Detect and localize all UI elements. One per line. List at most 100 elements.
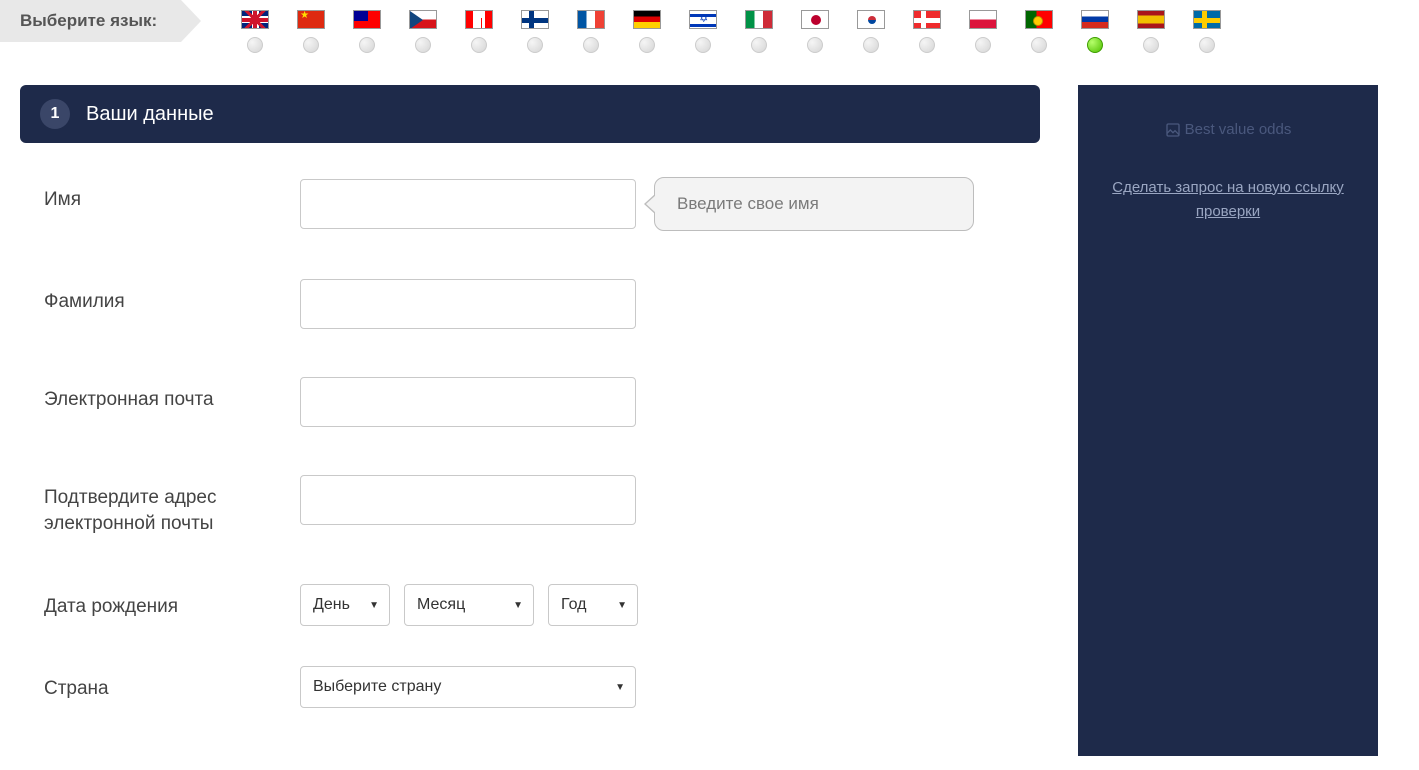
flag-cn-icon[interactable] [297, 10, 325, 29]
radio-dot-icon [1199, 37, 1215, 53]
flag-pl-icon[interactable] [969, 10, 997, 29]
language-bar: Выберите язык: [0, 0, 1419, 53]
field-first-name: Введите свое имя [300, 177, 974, 231]
flag-es-icon[interactable] [1137, 10, 1165, 29]
dob-day-value: День [313, 596, 350, 614]
flag-il-icon[interactable] [689, 10, 717, 29]
language-radio-no[interactable] [913, 37, 941, 53]
flag-fi-icon[interactable] [521, 10, 549, 29]
label-dob: Дата рождения [44, 584, 300, 620]
language-radio-pl[interactable] [969, 37, 997, 53]
flag-ru-icon[interactable] [1081, 10, 1109, 29]
flag-de-icon[interactable] [633, 10, 661, 29]
form-title: Ваши данные [86, 103, 214, 126]
dob-month-select[interactable]: Месяц ▼ [404, 584, 534, 626]
flag-fr-icon[interactable] [577, 10, 605, 29]
language-radio-il[interactable] [689, 37, 717, 53]
radio-dot-icon [1031, 37, 1047, 53]
radio-dot-icon [919, 37, 935, 53]
language-label-wrap: Выберите язык: [0, 0, 181, 42]
sidebar: Best value odds Сделать запрос на новую … [1078, 85, 1378, 756]
chevron-down-icon: ▼ [617, 600, 627, 611]
radio-dot-icon [639, 37, 655, 53]
field-dob: День ▼ Месяц ▼ Год ▼ [300, 584, 638, 626]
label-first-name: Имя [44, 177, 300, 213]
dob-year-value: Год [561, 596, 586, 614]
language-radio-es[interactable] [1137, 37, 1165, 53]
radio-dot-icon [303, 37, 319, 53]
language-radio-ru[interactable] [1081, 37, 1109, 53]
language-radio-tw[interactable] [353, 37, 381, 53]
radio-dot-icon [807, 37, 823, 53]
language-radio-kr[interactable] [857, 37, 885, 53]
language-radio-cz[interactable] [409, 37, 437, 53]
last-name-input[interactable] [300, 279, 636, 329]
field-email-confirm [300, 475, 636, 525]
label-last-name: Фамилия [44, 279, 300, 315]
row-dob: Дата рождения День ▼ Месяц ▼ Год ▼ [44, 584, 1040, 626]
flags-row [241, 10, 1221, 29]
row-email: Электронная почта [44, 377, 1040, 427]
flag-tw-icon[interactable] [353, 10, 381, 29]
language-radio-cn[interactable] [297, 37, 325, 53]
chevron-down-icon: ▼ [369, 600, 379, 611]
flag-ca-icon[interactable] [465, 10, 493, 29]
radio-dot-icon [1143, 37, 1159, 53]
form-body: Имя Введите свое имя Фамилия Электронная… [20, 143, 1040, 708]
language-radio-de[interactable] [633, 37, 661, 53]
radio-dot-icon [359, 37, 375, 53]
field-country: Выберите страну ▼ [300, 666, 636, 708]
chevron-down-icon: ▼ [615, 682, 625, 693]
language-radio-uk[interactable] [241, 37, 269, 53]
radio-dot-icon [583, 37, 599, 53]
country-value: Выберите страну [313, 678, 441, 696]
country-select[interactable]: Выберите страну ▼ [300, 666, 636, 708]
flags-container [241, 0, 1221, 53]
language-radio-fr[interactable] [577, 37, 605, 53]
flag-jp-icon[interactable] [801, 10, 829, 29]
email-confirm-input[interactable] [300, 475, 636, 525]
language-radio-row [241, 37, 1221, 53]
step-badge: 1 [40, 99, 70, 129]
language-radio-fi[interactable] [521, 37, 549, 53]
dob-year-select[interactable]: Год ▼ [548, 584, 638, 626]
radio-dot-icon [527, 37, 543, 53]
flag-no-icon[interactable] [913, 10, 941, 29]
label-country: Страна [44, 666, 300, 702]
label-email: Электронная почта [44, 377, 300, 413]
radio-dot-icon [415, 37, 431, 53]
radio-dot-icon [863, 37, 879, 53]
sidebar-image-alt: Best value odds [1185, 121, 1292, 138]
flag-uk-icon[interactable] [241, 10, 269, 29]
email-input[interactable] [300, 377, 636, 427]
first-name-input[interactable] [300, 179, 636, 229]
radio-dot-icon [751, 37, 767, 53]
radio-dot-icon [975, 37, 991, 53]
radio-dot-icon [695, 37, 711, 53]
language-radio-pt[interactable] [1025, 37, 1053, 53]
main-wrap: 1 Ваши данные Имя Введите свое имя Фамил… [0, 53, 1419, 756]
flag-cz-icon[interactable] [409, 10, 437, 29]
flag-it-icon[interactable] [745, 10, 773, 29]
broken-image-icon [1165, 122, 1181, 138]
language-radio-ca[interactable] [465, 37, 493, 53]
language-label: Выберите язык: [20, 11, 157, 31]
flag-pt-icon[interactable] [1025, 10, 1053, 29]
flag-kr-icon[interactable] [857, 10, 885, 29]
sidebar-verify-link[interactable]: Сделать запрос на новую ссылку проверки [1096, 176, 1360, 224]
field-email [300, 377, 636, 427]
language-radio-it[interactable] [745, 37, 773, 53]
row-email-confirm: Подтвердите адрес электронной почты [44, 475, 1040, 536]
language-radio-jp[interactable] [801, 37, 829, 53]
language-radio-se[interactable] [1193, 37, 1221, 53]
dob-day-select[interactable]: День ▼ [300, 584, 390, 626]
row-last-name: Фамилия [44, 279, 1040, 329]
dob-month-value: Месяц [417, 596, 465, 614]
radio-dot-icon [1087, 37, 1103, 53]
form-header: 1 Ваши данные [20, 85, 1040, 143]
label-email-confirm: Подтвердите адрес электронной почты [44, 475, 300, 536]
row-country: Страна Выберите страну ▼ [44, 666, 1040, 708]
first-name-hint: Введите свое имя [654, 177, 974, 231]
row-first-name: Имя Введите свое имя [44, 177, 1040, 231]
flag-se-icon[interactable] [1193, 10, 1221, 29]
